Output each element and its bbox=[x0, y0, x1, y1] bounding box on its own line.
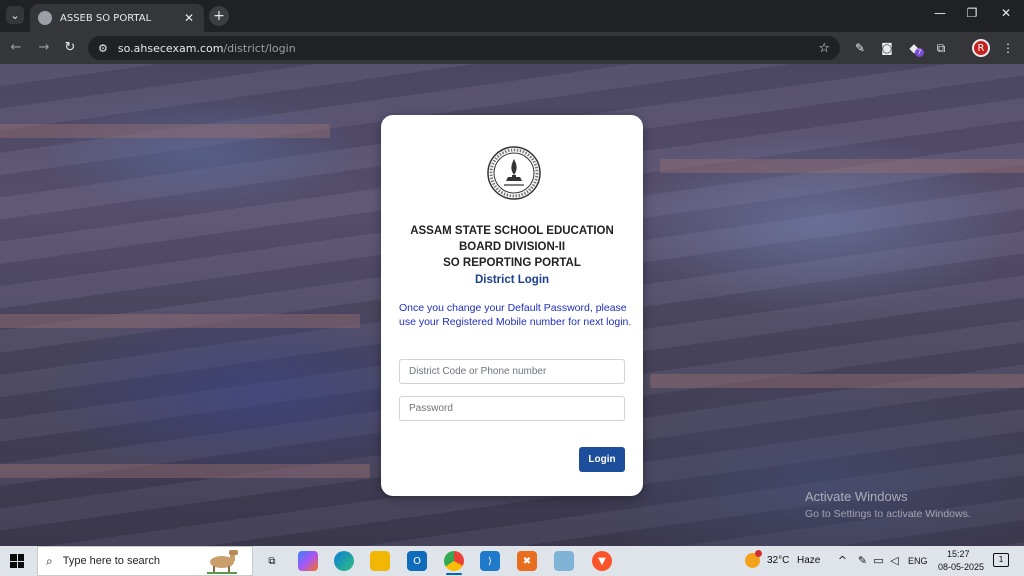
bookmark-star-icon[interactable]: ☆ bbox=[818, 41, 830, 56]
login-button[interactable]: Login bbox=[579, 447, 625, 472]
board-emblem-icon bbox=[487, 146, 541, 200]
menu-dots-icon[interactable]: ⋮ bbox=[1000, 41, 1016, 55]
clock-date[interactable]: 08-05-2025 bbox=[938, 562, 984, 572]
clock-time[interactable]: 15:27 bbox=[947, 549, 970, 559]
language-indicator[interactable]: ENG bbox=[908, 556, 928, 566]
login-card: ASSAM STATE SCHOOL EDUCATION BOARD DIVIS… bbox=[381, 115, 643, 496]
url-host: so.ahsecexam.com bbox=[117, 41, 224, 55]
file-explorer-icon[interactable] bbox=[370, 551, 390, 571]
portal-heading: ASSAM STATE SCHOOL EDUCATION BOARD DIVIS… bbox=[381, 223, 643, 271]
horse-illustration-icon bbox=[207, 550, 238, 574]
address-bar[interactable]: ⚙ so.ahsecexam.com /district/login ☆ bbox=[88, 36, 840, 60]
password-input[interactable] bbox=[399, 396, 625, 421]
activate-windows-subtitle: Go to Settings to activate Windows. bbox=[805, 508, 971, 520]
restore-icon[interactable]: ❐ bbox=[962, 6, 982, 20]
search-icon: ⌕ bbox=[46, 553, 53, 568]
background-desk bbox=[0, 464, 370, 478]
windows-start-icon[interactable] bbox=[10, 554, 24, 568]
site-info-icon[interactable]: ⚙ bbox=[98, 42, 108, 55]
activate-windows-title: Activate Windows bbox=[805, 489, 908, 504]
taskbar-search-placeholder: Type here to search bbox=[62, 555, 160, 567]
browser-toolbar: ← → ↻ ⚙ so.ahsecexam.com /district/login… bbox=[0, 32, 1024, 64]
extension-badge: 7 bbox=[915, 48, 924, 57]
windows-taskbar: ⌕ Type here to search ⧉ O ⟩ ✖ ▼ 32°C Haz… bbox=[0, 546, 1024, 576]
chrome-icon[interactable] bbox=[444, 551, 464, 571]
tab-title: ASSEB SO PORTAL bbox=[60, 12, 152, 24]
background-desk bbox=[660, 159, 1024, 173]
profile-avatar[interactable]: R bbox=[972, 39, 990, 57]
heading-line: SO REPORTING PORTAL bbox=[443, 257, 581, 269]
forward-arrow-icon[interactable]: → bbox=[36, 40, 52, 55]
outlook-icon[interactable]: O bbox=[407, 551, 427, 571]
task-view-icon[interactable]: ⧉ bbox=[262, 551, 282, 571]
copilot-icon[interactable] bbox=[298, 551, 318, 571]
volume-icon[interactable]: ◁ bbox=[888, 554, 901, 567]
pen-icon[interactable]: ✎ bbox=[856, 554, 869, 567]
window-close-icon[interactable]: ✕ bbox=[996, 6, 1016, 20]
weather-temperature[interactable]: 32°C bbox=[767, 555, 789, 566]
eyedropper-icon[interactable]: ✎ bbox=[852, 41, 868, 55]
background-desk bbox=[650, 374, 1024, 388]
heading-line: ASSAM STATE SCHOOL EDUCATION bbox=[410, 225, 614, 237]
minimize-icon[interactable]: — bbox=[930, 6, 950, 20]
background-desk bbox=[0, 124, 330, 138]
brave-icon[interactable]: ▼ bbox=[592, 551, 612, 571]
district-code-input[interactable] bbox=[399, 359, 625, 384]
edge-icon[interactable] bbox=[334, 551, 354, 571]
browser-tab[interactable]: ASSEB SO PORTAL ✕ bbox=[30, 4, 204, 32]
notification-icon[interactable]: 1 bbox=[993, 553, 1009, 567]
weather-alert-icon bbox=[755, 550, 762, 557]
puzzle-icon[interactable]: ⧉ bbox=[933, 41, 949, 56]
reload-icon[interactable]: ↻ bbox=[62, 40, 78, 55]
xampp-icon[interactable]: ✖ bbox=[517, 551, 537, 571]
network-icon[interactable]: ▭ bbox=[872, 554, 885, 567]
browser-tabstrip: ⌄ ASSEB SO PORTAL ✕ + — ❐ ✕ bbox=[0, 0, 1024, 32]
vscode-icon[interactable]: ⟩ bbox=[480, 551, 500, 571]
password-notice: Once you change your Default Password, p… bbox=[399, 302, 632, 328]
app-icon[interactable] bbox=[554, 551, 574, 571]
background-desk bbox=[0, 314, 360, 328]
district-login-title: District Login bbox=[474, 274, 550, 286]
globe-icon bbox=[38, 11, 52, 25]
new-tab-button[interactable]: + bbox=[209, 6, 229, 26]
page-background: ASSAM STATE SCHOOL EDUCATION BOARD DIVIS… bbox=[0, 64, 1024, 546]
tab-close-icon[interactable]: ✕ bbox=[182, 11, 196, 25]
tab-search-chevron-icon[interactable]: ⌄ bbox=[6, 6, 24, 24]
url-path: /district/login bbox=[223, 41, 296, 55]
weather-description[interactable]: Haze bbox=[797, 555, 820, 566]
back-arrow-icon[interactable]: ← bbox=[8, 40, 24, 55]
chrome-active-indicator bbox=[446, 573, 462, 575]
heading-line: BOARD DIVISION-II bbox=[458, 241, 566, 253]
chevron-up-icon[interactable]: ^ bbox=[836, 554, 849, 567]
camera-icon[interactable]: ◙ bbox=[879, 41, 895, 55]
